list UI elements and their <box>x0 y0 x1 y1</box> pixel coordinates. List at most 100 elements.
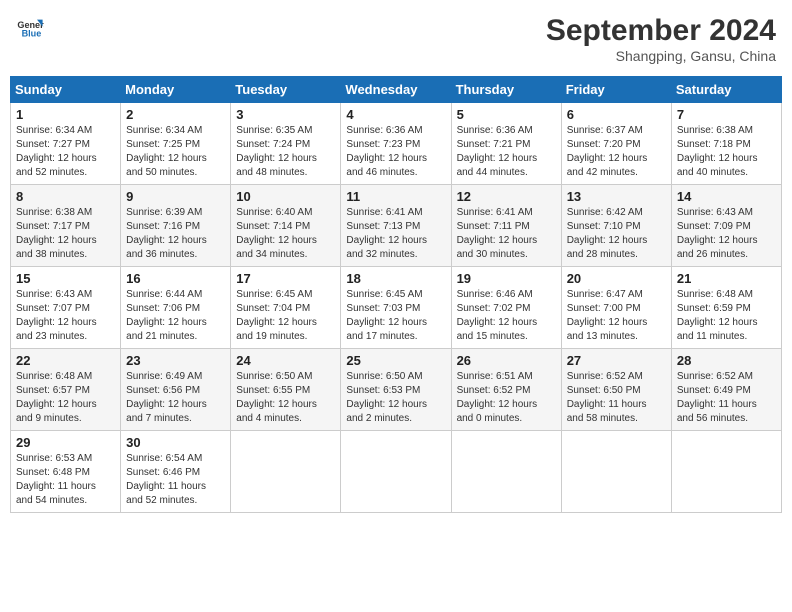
calendar-cell <box>231 431 341 513</box>
day-info: Sunrise: 6:34 AM Sunset: 7:27 PM Dayligh… <box>16 124 115 180</box>
calendar-cell: 14 Sunrise: 6:43 AM Sunset: 7:09 PM Dayl… <box>671 185 781 267</box>
day-number: 27 <box>567 353 666 368</box>
day-number: 2 <box>126 107 225 122</box>
calendar-cell: 5 Sunrise: 6:36 AM Sunset: 7:21 PM Dayli… <box>451 103 561 185</box>
day-number: 15 <box>16 271 115 286</box>
svg-text:Blue: Blue <box>22 28 42 38</box>
calendar-cell: 22 Sunrise: 6:48 AM Sunset: 6:57 PM Dayl… <box>11 349 121 431</box>
day-number: 13 <box>567 189 666 204</box>
calendar-cell <box>561 431 671 513</box>
day-number: 25 <box>346 353 445 368</box>
day-info: Sunrise: 6:36 AM Sunset: 7:23 PM Dayligh… <box>346 124 445 180</box>
day-info: Sunrise: 6:49 AM Sunset: 6:56 PM Dayligh… <box>126 370 225 426</box>
day-info: Sunrise: 6:41 AM Sunset: 7:13 PM Dayligh… <box>346 206 445 262</box>
day-number: 5 <box>457 107 556 122</box>
day-number: 29 <box>16 435 115 450</box>
calendar-cell: 15 Sunrise: 6:43 AM Sunset: 7:07 PM Dayl… <box>11 267 121 349</box>
day-info: Sunrise: 6:50 AM Sunset: 6:55 PM Dayligh… <box>236 370 335 426</box>
page-header: General Blue September 2024 Shangping, G… <box>10 10 782 68</box>
calendar-cell: 23 Sunrise: 6:49 AM Sunset: 6:56 PM Dayl… <box>121 349 231 431</box>
day-info: Sunrise: 6:40 AM Sunset: 7:14 PM Dayligh… <box>236 206 335 262</box>
logo: General Blue <box>16 14 44 42</box>
day-info: Sunrise: 6:38 AM Sunset: 7:17 PM Dayligh… <box>16 206 115 262</box>
calendar-cell: 28 Sunrise: 6:52 AM Sunset: 6:49 PM Dayl… <box>671 349 781 431</box>
col-monday: Monday <box>121 77 231 103</box>
calendar-table: Sunday Monday Tuesday Wednesday Thursday… <box>10 76 782 513</box>
day-number: 12 <box>457 189 556 204</box>
day-info: Sunrise: 6:45 AM Sunset: 7:03 PM Dayligh… <box>346 288 445 344</box>
calendar-cell: 16 Sunrise: 6:44 AM Sunset: 7:06 PM Dayl… <box>121 267 231 349</box>
day-number: 23 <box>126 353 225 368</box>
day-number: 11 <box>346 189 445 204</box>
day-number: 17 <box>236 271 335 286</box>
calendar-cell: 30 Sunrise: 6:54 AM Sunset: 6:46 PM Dayl… <box>121 431 231 513</box>
calendar-cell: 2 Sunrise: 6:34 AM Sunset: 7:25 PM Dayli… <box>121 103 231 185</box>
day-number: 6 <box>567 107 666 122</box>
calendar-cell: 20 Sunrise: 6:47 AM Sunset: 7:00 PM Dayl… <box>561 267 671 349</box>
day-number: 22 <box>16 353 115 368</box>
col-thursday: Thursday <box>451 77 561 103</box>
day-number: 30 <box>126 435 225 450</box>
day-info: Sunrise: 6:38 AM Sunset: 7:18 PM Dayligh… <box>677 124 776 180</box>
calendar-cell: 4 Sunrise: 6:36 AM Sunset: 7:23 PM Dayli… <box>341 103 451 185</box>
day-info: Sunrise: 6:35 AM Sunset: 7:24 PM Dayligh… <box>236 124 335 180</box>
day-info: Sunrise: 6:36 AM Sunset: 7:21 PM Dayligh… <box>457 124 556 180</box>
calendar-cell: 27 Sunrise: 6:52 AM Sunset: 6:50 PM Dayl… <box>561 349 671 431</box>
title-block: September 2024 Shangping, Gansu, China <box>546 14 776 64</box>
calendar-cell: 29 Sunrise: 6:53 AM Sunset: 6:48 PM Dayl… <box>11 431 121 513</box>
day-number: 3 <box>236 107 335 122</box>
col-tuesday: Tuesday <box>231 77 341 103</box>
calendar-cell: 17 Sunrise: 6:45 AM Sunset: 7:04 PM Dayl… <box>231 267 341 349</box>
day-info: Sunrise: 6:45 AM Sunset: 7:04 PM Dayligh… <box>236 288 335 344</box>
day-number: 19 <box>457 271 556 286</box>
calendar-cell: 13 Sunrise: 6:42 AM Sunset: 7:10 PM Dayl… <box>561 185 671 267</box>
day-info: Sunrise: 6:52 AM Sunset: 6:49 PM Dayligh… <box>677 370 776 426</box>
day-info: Sunrise: 6:48 AM Sunset: 6:57 PM Dayligh… <box>16 370 115 426</box>
day-number: 7 <box>677 107 776 122</box>
month-title: September 2024 <box>546 14 776 48</box>
col-wednesday: Wednesday <box>341 77 451 103</box>
day-number: 20 <box>567 271 666 286</box>
day-info: Sunrise: 6:53 AM Sunset: 6:48 PM Dayligh… <box>16 452 115 508</box>
day-info: Sunrise: 6:50 AM Sunset: 6:53 PM Dayligh… <box>346 370 445 426</box>
day-number: 16 <box>126 271 225 286</box>
day-number: 26 <box>457 353 556 368</box>
day-info: Sunrise: 6:44 AM Sunset: 7:06 PM Dayligh… <box>126 288 225 344</box>
day-info: Sunrise: 6:46 AM Sunset: 7:02 PM Dayligh… <box>457 288 556 344</box>
day-info: Sunrise: 6:37 AM Sunset: 7:20 PM Dayligh… <box>567 124 666 180</box>
day-info: Sunrise: 6:54 AM Sunset: 6:46 PM Dayligh… <box>126 452 225 508</box>
location-subtitle: Shangping, Gansu, China <box>546 48 776 64</box>
calendar-cell: 11 Sunrise: 6:41 AM Sunset: 7:13 PM Dayl… <box>341 185 451 267</box>
day-info: Sunrise: 6:34 AM Sunset: 7:25 PM Dayligh… <box>126 124 225 180</box>
calendar-cell: 21 Sunrise: 6:48 AM Sunset: 6:59 PM Dayl… <box>671 267 781 349</box>
day-info: Sunrise: 6:47 AM Sunset: 7:00 PM Dayligh… <box>567 288 666 344</box>
calendar-cell: 12 Sunrise: 6:41 AM Sunset: 7:11 PM Dayl… <box>451 185 561 267</box>
logo-icon: General Blue <box>16 14 44 42</box>
calendar-cell <box>341 431 451 513</box>
calendar-cell: 18 Sunrise: 6:45 AM Sunset: 7:03 PM Dayl… <box>341 267 451 349</box>
day-info: Sunrise: 6:51 AM Sunset: 6:52 PM Dayligh… <box>457 370 556 426</box>
calendar-cell: 6 Sunrise: 6:37 AM Sunset: 7:20 PM Dayli… <box>561 103 671 185</box>
day-number: 9 <box>126 189 225 204</box>
day-number: 24 <box>236 353 335 368</box>
col-friday: Friday <box>561 77 671 103</box>
col-saturday: Saturday <box>671 77 781 103</box>
day-info: Sunrise: 6:52 AM Sunset: 6:50 PM Dayligh… <box>567 370 666 426</box>
calendar-cell: 24 Sunrise: 6:50 AM Sunset: 6:55 PM Dayl… <box>231 349 341 431</box>
col-sunday: Sunday <box>11 77 121 103</box>
calendar-cell: 9 Sunrise: 6:39 AM Sunset: 7:16 PM Dayli… <box>121 185 231 267</box>
day-info: Sunrise: 6:43 AM Sunset: 7:07 PM Dayligh… <box>16 288 115 344</box>
day-info: Sunrise: 6:41 AM Sunset: 7:11 PM Dayligh… <box>457 206 556 262</box>
calendar-cell: 3 Sunrise: 6:35 AM Sunset: 7:24 PM Dayli… <box>231 103 341 185</box>
calendar-cell: 25 Sunrise: 6:50 AM Sunset: 6:53 PM Dayl… <box>341 349 451 431</box>
calendar-cell <box>671 431 781 513</box>
calendar-cell: 19 Sunrise: 6:46 AM Sunset: 7:02 PM Dayl… <box>451 267 561 349</box>
calendar-cell <box>451 431 561 513</box>
day-number: 10 <box>236 189 335 204</box>
day-number: 8 <box>16 189 115 204</box>
day-info: Sunrise: 6:42 AM Sunset: 7:10 PM Dayligh… <box>567 206 666 262</box>
calendar-cell: 8 Sunrise: 6:38 AM Sunset: 7:17 PM Dayli… <box>11 185 121 267</box>
calendar-cell: 7 Sunrise: 6:38 AM Sunset: 7:18 PM Dayli… <box>671 103 781 185</box>
day-info: Sunrise: 6:39 AM Sunset: 7:16 PM Dayligh… <box>126 206 225 262</box>
day-number: 28 <box>677 353 776 368</box>
